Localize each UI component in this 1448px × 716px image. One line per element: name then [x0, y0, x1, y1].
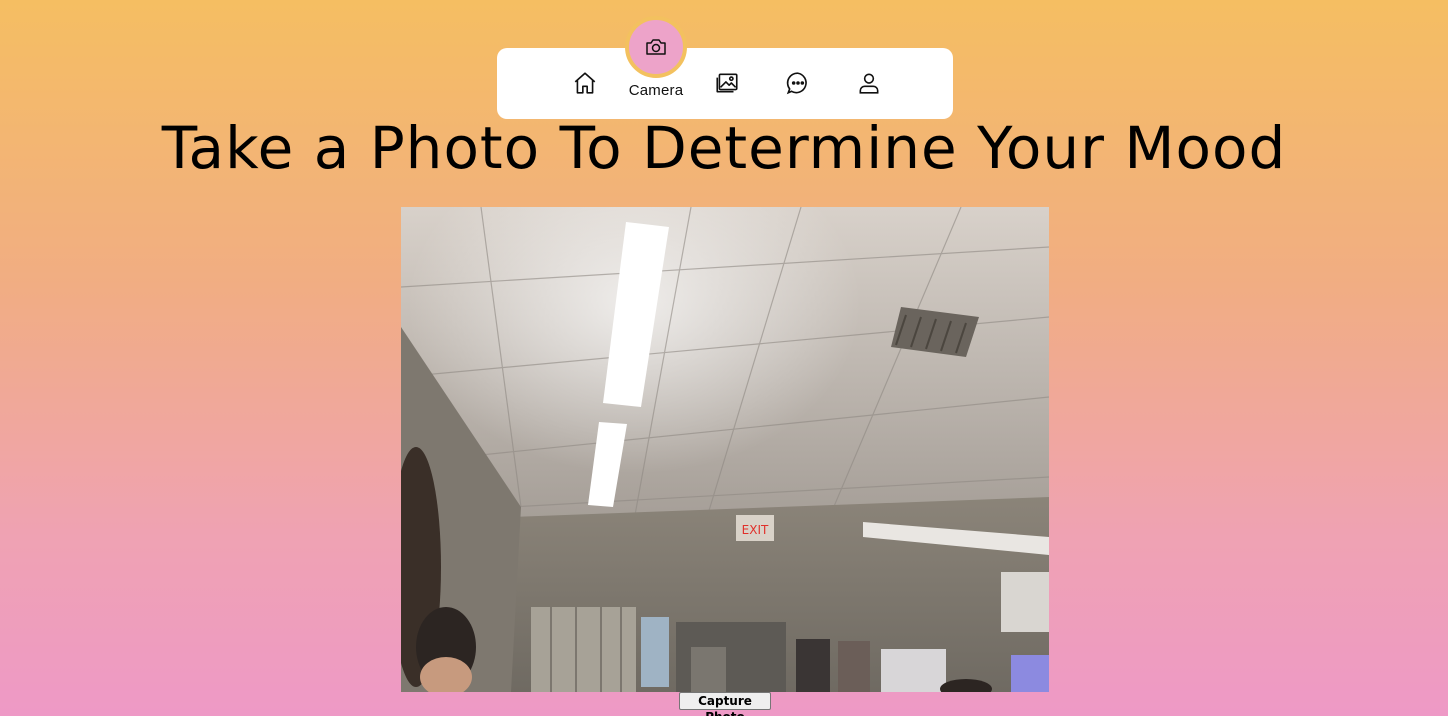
- chat-nav-button[interactable]: [783, 68, 813, 98]
- profile-nav-button[interactable]: [854, 68, 884, 98]
- chat-icon: [786, 72, 807, 95]
- camera-active-circle: [625, 16, 687, 78]
- home-nav-button[interactable]: [570, 68, 600, 98]
- page-title: Take a Photo To Determine Your Mood: [161, 114, 1287, 182]
- camera-nav-button[interactable]: Camera: [617, 16, 695, 99]
- camera-icon: [646, 39, 666, 55]
- gallery-nav-button[interactable]: [712, 68, 742, 98]
- exit-sign-text: EXIT: [742, 523, 769, 537]
- top-navigation-bar: Camera: [497, 16, 953, 119]
- user-icon: [859, 73, 879, 94]
- home-icon: [574, 72, 596, 94]
- capture-photo-button[interactable]: Capture Photo: [679, 692, 771, 716]
- camera-preview: EXIT: [401, 207, 1049, 692]
- gallery-icon: [716, 73, 738, 93]
- camera-nav-label: Camera: [628, 82, 684, 99]
